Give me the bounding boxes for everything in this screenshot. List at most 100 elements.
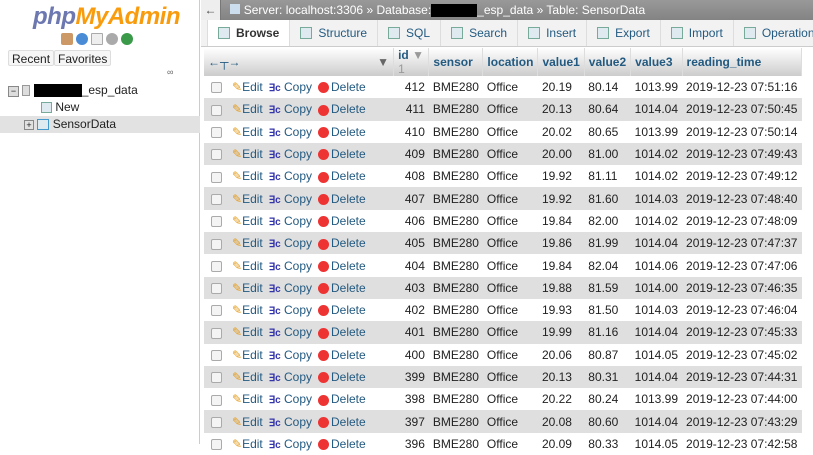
cell-value3[interactable]: 1014.03 — [630, 298, 683, 322]
cell-value1[interactable]: 20.06 — [537, 343, 585, 366]
cell-sensor[interactable]: BME280 — [428, 298, 483, 322]
cell-value1[interactable]: 20.02 — [537, 120, 585, 143]
copy-button[interactable]: ∃c Copy — [269, 348, 312, 362]
cell-value1[interactable]: 20.08 — [537, 410, 585, 433]
cell-value2[interactable]: 81.59 — [584, 276, 631, 299]
cell-value3[interactable]: 1014.03 — [630, 187, 683, 210]
cell-id[interactable]: 405 — [393, 232, 429, 255]
tree-new-table[interactable]: New — [8, 99, 200, 116]
cell-value3[interactable]: 1014.04 — [630, 410, 683, 433]
reload-icon[interactable] — [121, 33, 133, 45]
cell-id[interactable]: 403 — [393, 276, 429, 299]
cell-value2[interactable]: 80.87 — [584, 343, 631, 366]
delete-button[interactable]: Delete — [318, 303, 366, 317]
cell-sensor[interactable]: BME280 — [428, 76, 483, 99]
cell-reading_time[interactable]: 2019-12-23 07:51:16 — [682, 76, 802, 99]
cell-value1[interactable]: 20.00 — [537, 142, 585, 166]
delete-button[interactable]: Delete — [318, 370, 366, 384]
cell-reading_time[interactable]: 2019-12-23 07:47:37 — [682, 232, 802, 255]
cell-value3[interactable]: 1014.00 — [630, 276, 683, 299]
options-dropdown-icon[interactable]: ▼ — [377, 55, 389, 69]
cell-value3[interactable]: 1014.04 — [630, 232, 683, 255]
recent-button[interactable]: Recent — [8, 50, 55, 66]
delete-button[interactable]: Delete — [318, 125, 366, 139]
cell-reading_time[interactable]: 2019-12-23 07:46:35 — [682, 276, 802, 299]
copy-button[interactable]: ∃c Copy — [269, 102, 312, 116]
cell-value1[interactable]: 20.13 — [537, 365, 585, 389]
cell-value2[interactable]: 80.64 — [584, 98, 631, 121]
cell-reading_time[interactable]: 2019-12-23 07:49:43 — [682, 142, 802, 166]
cell-value2[interactable]: 80.60 — [584, 410, 631, 433]
cell-value2[interactable]: 82.00 — [584, 209, 631, 233]
cell-reading_time[interactable]: 2019-12-23 07:50:45 — [682, 98, 802, 121]
collapse-icon[interactable]: − — [8, 86, 19, 97]
cell-sensor[interactable]: BME280 — [428, 187, 483, 210]
row-checkbox[interactable] — [210, 238, 222, 250]
cell-sensor[interactable]: BME280 — [428, 365, 483, 389]
cell-location[interactable]: Office — [482, 98, 538, 121]
cell-location[interactable]: Office — [482, 209, 538, 233]
delete-button[interactable]: Delete — [318, 392, 366, 406]
cell-value1[interactable]: 19.84 — [537, 209, 585, 233]
phpmyadmin-logo[interactable]: phpMyAdmin — [33, 3, 180, 31]
row-checkbox[interactable] — [210, 416, 222, 428]
edit-button[interactable]: ✎Edit — [232, 348, 263, 362]
cell-id[interactable]: 398 — [393, 388, 429, 411]
edit-button[interactable]: ✎Edit — [232, 125, 263, 139]
row-checkbox[interactable] — [210, 439, 222, 451]
cell-location[interactable]: Office — [482, 365, 538, 389]
column-header-value2[interactable]: value2 — [584, 48, 632, 76]
cell-value2[interactable]: 82.04 — [584, 254, 631, 277]
cell-location[interactable]: Office — [482, 321, 538, 344]
copy-button[interactable]: ∃c Copy — [269, 80, 312, 94]
cell-id[interactable]: 397 — [393, 410, 429, 433]
cell-value3[interactable]: 1014.06 — [630, 254, 683, 277]
cell-id[interactable]: 400 — [393, 343, 429, 366]
row-checkbox[interactable] — [210, 216, 222, 228]
delete-button[interactable]: Delete — [318, 415, 366, 429]
cell-id[interactable]: 404 — [393, 254, 429, 277]
cell-reading_time[interactable]: 2019-12-23 07:50:14 — [682, 120, 802, 143]
copy-button[interactable]: ∃c Copy — [269, 259, 312, 273]
delete-button[interactable]: Delete — [318, 214, 366, 228]
cell-reading_time[interactable]: 2019-12-23 07:49:12 — [682, 165, 802, 188]
copy-button[interactable]: ∃c Copy — [269, 415, 312, 429]
cell-sensor[interactable]: BME280 — [428, 209, 483, 233]
row-checkbox[interactable] — [210, 149, 222, 161]
edit-button[interactable]: ✎Edit — [232, 415, 263, 429]
cell-location[interactable]: Office — [482, 232, 538, 255]
cell-value3[interactable]: 1014.02 — [630, 165, 683, 188]
edit-button[interactable]: ✎Edit — [232, 102, 263, 116]
cell-id[interactable]: 406 — [393, 209, 429, 233]
favorites-button[interactable]: Favorites — [54, 50, 112, 66]
column-resize-header[interactable]: ←┬→ ▼ — [204, 48, 395, 76]
delete-button[interactable]: Delete — [318, 259, 366, 273]
delete-button[interactable]: Delete — [318, 80, 366, 94]
cell-value1[interactable]: 19.86 — [537, 232, 585, 255]
cell-sensor[interactable]: BME280 — [428, 410, 483, 433]
delete-button[interactable]: Delete — [318, 348, 366, 362]
edit-button[interactable]: ✎Edit — [232, 392, 263, 406]
cell-location[interactable]: Office — [482, 187, 538, 210]
tab-insert[interactable]: Insert — [518, 20, 588, 46]
cell-sensor[interactable]: BME280 — [428, 142, 483, 166]
tree-database[interactable]: − _esp_data — [8, 82, 200, 99]
copy-button[interactable]: ∃c Copy — [269, 303, 312, 317]
cell-value3[interactable]: 1013.99 — [630, 388, 683, 411]
cell-value2[interactable]: 81.50 — [584, 298, 631, 322]
copy-button[interactable]: ∃c Copy — [269, 169, 312, 183]
cell-value2[interactable]: 81.99 — [584, 232, 631, 255]
cell-reading_time[interactable]: 2019-12-23 07:43:29 — [682, 410, 802, 433]
row-checkbox[interactable] — [210, 372, 222, 384]
row-checkbox[interactable] — [210, 82, 222, 94]
tab-search[interactable]: Search — [441, 20, 519, 46]
copy-button[interactable]: ∃c Copy — [269, 281, 312, 295]
cell-reading_time[interactable]: 2019-12-23 07:47:06 — [682, 254, 802, 277]
cell-location[interactable]: Office — [482, 254, 538, 277]
breadcrumb-server[interactable]: Server: localhost:3306 — [244, 3, 363, 17]
edit-button[interactable]: ✎Edit — [232, 259, 263, 273]
cell-location[interactable]: Office — [482, 76, 538, 99]
breadcrumb-table[interactable]: Table: SensorData — [546, 3, 645, 17]
tab-operations[interactable]: Operations — [734, 20, 813, 46]
cell-reading_time[interactable]: 2019-12-23 07:46:04 — [682, 298, 802, 322]
